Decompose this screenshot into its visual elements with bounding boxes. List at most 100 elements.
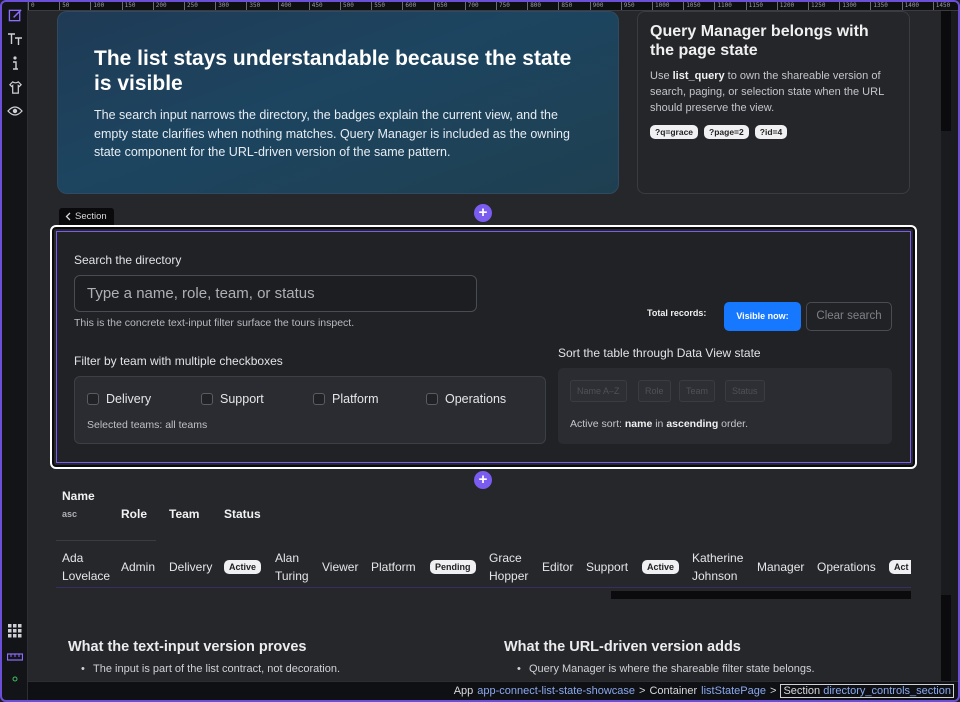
sort-label: Sort the table through Data View state (558, 346, 761, 360)
ruler-tick: 1400 (901, 2, 919, 10)
add-above-icon[interactable]: + (474, 204, 492, 222)
query-chip: ?page=2 (704, 125, 749, 139)
text-icon[interactable] (6, 30, 24, 48)
sort-team-button[interactable]: Team (679, 380, 716, 402)
ruler-tick: 700 (464, 2, 479, 10)
sort-name-button[interactable]: Name A–Z (570, 380, 627, 402)
search-label: Search the directory (74, 253, 182, 267)
ruler-tick: 300 (215, 2, 229, 10)
ruler-tick: 1250 (808, 2, 825, 10)
query-chips: ?q=grace ?page=2 ?id=4 (650, 125, 897, 139)
ruler-tick: 800 (527, 2, 541, 10)
list-query-code: list_query (672, 70, 725, 82)
cell-team: Operations (817, 560, 876, 574)
sort-panel: Name A–Z Role Team Status Active sort: n… (558, 368, 892, 444)
ruler-tick: 1150 (745, 2, 763, 10)
ruler-tick: 550 (371, 2, 385, 10)
cell-role: Admin (121, 560, 156, 574)
cell-name: Katherine Johnson (692, 551, 744, 583)
cell-team: Support (586, 560, 629, 574)
sort-direction-label: asc (62, 509, 78, 519)
edit-icon[interactable] (6, 6, 24, 24)
ruler-tick: 50 (59, 2, 69, 10)
shirt-icon[interactable] (6, 78, 24, 96)
sort-role-button[interactable]: Role (638, 380, 671, 402)
cell-name: Grace Hopper (489, 551, 529, 583)
column-header-role[interactable]: Role (121, 507, 147, 521)
ruler-tick: 950 (620, 2, 635, 10)
query-chip: ?q=grace (650, 125, 699, 139)
column-header-status[interactable]: Status (224, 507, 261, 521)
vertical-scrollbar[interactable] (941, 11, 958, 681)
total-records-label: Total records: (647, 308, 707, 318)
ruler-tick: 1450 (932, 2, 950, 10)
ruler-icon[interactable] (6, 648, 24, 666)
info-icon[interactable] (6, 54, 24, 72)
status-badge: Act (889, 560, 911, 574)
checkbox-icon[interactable] (87, 393, 99, 405)
checkbox-icon[interactable] (313, 393, 325, 405)
list-item: Query Manager is where the shareable fil… (517, 663, 815, 675)
query-chip: ?id=4 (754, 125, 788, 139)
team-checkbox-operations[interactable]: Operations (426, 392, 506, 406)
ruler-tick: 450 (308, 2, 323, 10)
ruler-tick: 100 (90, 2, 104, 10)
ruler-tick: 750 (496, 2, 510, 10)
active-sort-text: Active sort: name in ascending order. (570, 418, 749, 430)
status-badge: Pending (430, 560, 476, 574)
url-driven-heading: What the URL-driven version adds (504, 639, 741, 655)
ruler-tick: 1300 (839, 2, 857, 10)
filter-label: Filter by team with multiple checkboxes (74, 354, 283, 368)
hero-title: The list stays understandable because th… (94, 47, 572, 95)
section-tag-label: Section (75, 211, 107, 222)
team-filter-panel: Delivery Support Platform Operations Sel… (74, 376, 546, 444)
checkbox-icon[interactable] (426, 393, 438, 405)
ruler-tick: 1200 (776, 2, 794, 10)
ruler-tick: 0 (28, 2, 35, 10)
breadcrumb-app[interactable]: app-connect-list-state-showcase (477, 685, 635, 697)
ruler-tick: 1100 (714, 2, 732, 10)
team-checkbox-platform[interactable]: Platform (313, 392, 379, 406)
grid-icon[interactable] (6, 622, 24, 640)
ruler-tick: 1000 (652, 2, 669, 10)
column-header-team[interactable]: Team (169, 507, 199, 521)
horizontal-scrollbar[interactable] (611, 591, 911, 599)
section-tag[interactable]: Section (59, 208, 114, 225)
checkbox-icon[interactable] (201, 393, 213, 405)
hero-section: The list stays understandable because th… (57, 11, 619, 194)
search-input[interactable]: Type a name, role, team, or status (74, 275, 477, 312)
ruler-tick: 400 (277, 2, 291, 10)
query-manager-body: Use list_query to own the shareable vers… (650, 70, 884, 114)
ruler-tick: 200 (152, 2, 167, 10)
eye-icon[interactable] (6, 102, 24, 120)
ruler-tick: 900 (589, 2, 603, 10)
horizontal-ruler: 0 50 100 150 200 250 300 350 400 450 500 550 600 650 7… (28, 2, 958, 11)
cell-team: Delivery (169, 560, 213, 574)
team-checkbox-support[interactable]: Support (201, 392, 264, 406)
scrollbar-thumb[interactable] (941, 11, 951, 131)
chevron-left-icon (65, 212, 71, 221)
clear-search-button[interactable]: Clear search (806, 302, 892, 331)
ruler-tick: 850 (558, 2, 572, 10)
header-divider (56, 540, 156, 541)
team-checkbox-delivery[interactable]: Delivery (87, 392, 151, 406)
query-manager-title: Query Manager belongs with the page stat… (650, 23, 869, 59)
text-input-heading: What the text-input version proves (68, 639, 307, 655)
query-manager-card: Query Manager belongs with the page stat… (637, 11, 910, 194)
cell-role: Manager (757, 560, 805, 574)
hero-body: The search input narrows the directory, … (94, 108, 570, 159)
breadcrumb-section[interactable]: Section directory_controls_section (780, 684, 954, 698)
cell-role: Viewer (322, 560, 359, 574)
breadcrumb: App app-connect-list-state-showcase > Co… (28, 681, 958, 700)
search-hint: This is the concrete text-input filter s… (74, 317, 355, 329)
selected-teams-text: Selected teams: all teams (87, 419, 208, 431)
visible-now-button[interactable]: Visible now: (724, 302, 801, 331)
sort-status-button[interactable]: Status (725, 380, 765, 402)
cell-role: Editor (542, 560, 574, 574)
cell-team: Platform (371, 560, 416, 574)
breadcrumb-container[interactable]: listStatePage (701, 685, 766, 697)
scrollbar-thumb-lower[interactable] (941, 595, 951, 681)
ruler-tick: 250 (184, 2, 198, 10)
column-header-name[interactable]: Name (62, 489, 95, 503)
ruler-tick: 650 (433, 2, 447, 10)
